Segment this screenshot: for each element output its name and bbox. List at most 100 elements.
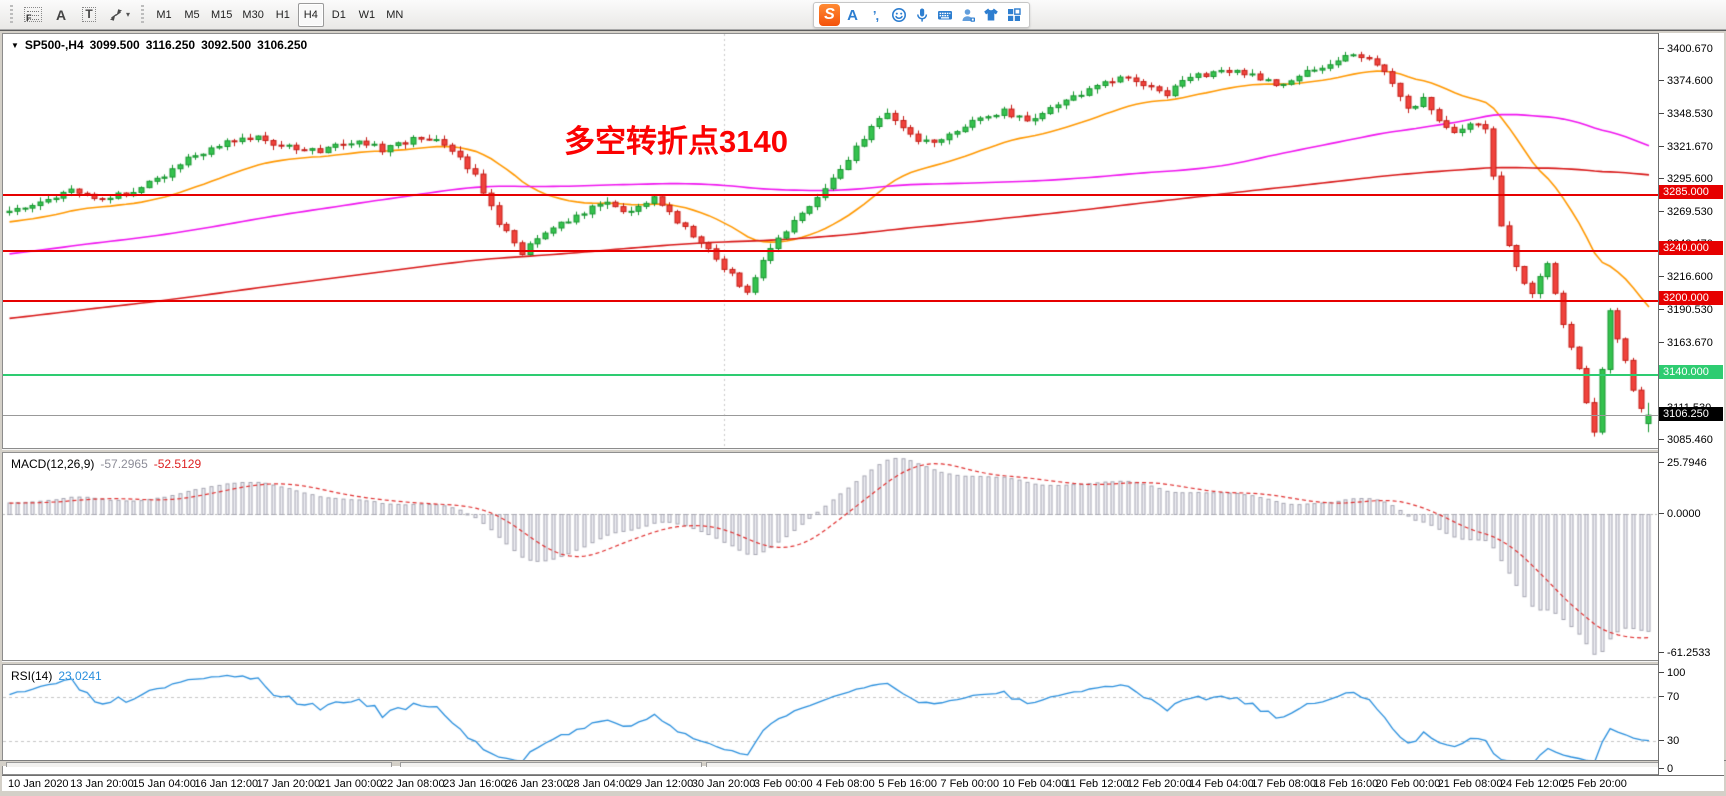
timeframe-h1-button[interactable]: H1: [270, 3, 296, 27]
ime-toolbar: SA’,: [813, 2, 1030, 28]
macd-tick-25.7946: 25.7946: [1659, 456, 1725, 470]
macd-tick-0.0000: 0.0000: [1659, 507, 1725, 521]
time-label: 15 Jan 04:00: [132, 778, 196, 790]
time-label: 21 Feb 08:00: [1438, 778, 1503, 790]
price-badge-3200.000: 3200.000: [1659, 291, 1723, 305]
timeframe-h4-button[interactable]: H4: [298, 3, 324, 27]
time-label: 4 Feb 08:00: [816, 778, 875, 790]
time-label: 21 Jan 00:00: [319, 778, 383, 790]
punctuation-icon[interactable]: ’,: [865, 5, 886, 26]
time-label: 16 Jan 12:00: [194, 778, 258, 790]
hline-3240.000[interactable]: [3, 250, 1658, 252]
bottom-segment: [706, 762, 1720, 767]
fibonacci-retracement-tool-button[interactable]: F: [20, 3, 46, 27]
text-tool-button[interactable]: T: [76, 3, 102, 27]
arrows-tool-button[interactable]: ▾: [104, 3, 134, 27]
price-tick-3295.600: 3295.600: [1659, 172, 1725, 186]
emoji-icon[interactable]: [888, 5, 909, 26]
price-tick-3348.530: 3348.530: [1659, 107, 1725, 121]
time-label: 26 Jan 23:00: [505, 778, 569, 790]
time-label: 25 Feb 20:00: [1562, 778, 1627, 790]
time-label: 13 Jan 20:00: [70, 778, 134, 790]
hline-3200.000[interactable]: [3, 300, 1658, 302]
rsi-canvas[interactable]: [3, 665, 1658, 773]
bottom-segment: [6, 762, 392, 767]
toolbar-grip[interactable]: [140, 5, 145, 25]
macd-signal-value: -52.5129: [154, 457, 201, 471]
timeframe-m5-button[interactable]: M5: [179, 3, 205, 27]
macd-name: MACD(12,26,9): [11, 457, 94, 471]
text-label-tool-button[interactable]: A: [48, 3, 74, 27]
time-axis[interactable]: 10 Jan 202013 Jan 20:0015 Jan 04:0016 Ja…: [2, 775, 1724, 791]
price-badge-3285.000: 3285.000: [1659, 185, 1723, 199]
time-label: 22 Jan 08:00: [381, 778, 445, 790]
rsi-tick-100: 100: [1659, 666, 1725, 680]
bottom-segment: [400, 762, 702, 767]
price-badge-3240.000: 3240.000: [1659, 241, 1723, 255]
time-label: 10 Jan 2020: [8, 778, 69, 790]
rsi-name: RSI(14): [11, 669, 52, 683]
price-pane: ▼ SP500-,H4 3099.500 3116.250 3092.500 3…: [2, 33, 1724, 449]
arrows-dropdown-caret[interactable]: ▾: [126, 10, 130, 19]
time-label: 23 Jan 16:00: [443, 778, 507, 790]
symbol-period-label: SP500-,H4: [25, 38, 84, 52]
time-label: 17 Feb 08:00: [1251, 778, 1316, 790]
current-price-line: [3, 415, 1658, 416]
price-tick-3163.670: 3163.670: [1659, 336, 1725, 350]
time-label: 29 Jan 12:00: [630, 778, 694, 790]
rsi-value: 23.0241: [58, 669, 101, 683]
arrows-icon: [108, 7, 124, 23]
soft-keyboard-icon[interactable]: [934, 5, 955, 26]
input-mode-icon[interactable]: A: [842, 5, 863, 26]
price-tick-3269.530: 3269.530: [1659, 205, 1725, 219]
pivot-annotation-text[interactable]: 多空转折点3140: [564, 116, 788, 161]
rsi-tick-30: 30: [1659, 734, 1725, 748]
timeframe-m30-button[interactable]: M30: [238, 3, 267, 27]
time-label: 28 Jan 04:00: [567, 778, 631, 790]
time-label: 3 Feb 00:00: [754, 778, 813, 790]
time-label: 11 Feb 12:00: [1065, 778, 1129, 790]
metatrader-window: FAT▾ M1M5M15M30H1H4D1W1MN SA’, ▼ SP500-,…: [0, 0, 1726, 796]
price-axis[interactable]: 3400.670 3374.600 3348.530 3321.670 3295.600…: [1658, 33, 1724, 775]
rsi-pane: RSI(14) 23.0241: [2, 665, 1724, 775]
drawing-tools-group: FAT ▾: [19, 3, 135, 27]
ohlc-open: 3099.500: [90, 38, 140, 52]
account-icon[interactable]: [957, 5, 978, 26]
toolbox-icon[interactable]: [1003, 5, 1024, 26]
skin-icon[interactable]: [980, 5, 1001, 26]
chart-title: ▼ SP500-,H4 3099.500 3116.250 3092.500 3…: [11, 38, 307, 52]
time-label: 17 Jan 20:00: [257, 778, 321, 790]
chart-frame: ▼ SP500-,H4 3099.500 3116.250 3092.500 3…: [0, 30, 1726, 790]
voice-input-icon[interactable]: [911, 5, 932, 26]
text-label-icon: A: [56, 7, 66, 23]
toolbar-grip[interactable]: [9, 5, 14, 25]
macd-canvas[interactable]: [3, 453, 1658, 659]
time-label: 7 Feb 00:00: [940, 778, 999, 790]
time-label: 14 Feb 04:00: [1189, 778, 1254, 790]
hline-3285.000[interactable]: [3, 194, 1658, 196]
price-tick-3400.670: 3400.670: [1659, 42, 1725, 56]
macd-value: -57.2965: [100, 457, 147, 471]
bottom-strip: [0, 760, 1726, 766]
time-label: 5 Feb 16:00: [878, 778, 937, 790]
timeframe-mn-button[interactable]: MN: [382, 3, 408, 27]
timeframe-w1-button[interactable]: W1: [354, 3, 380, 27]
sogou-logo-icon[interactable]: S: [819, 5, 840, 26]
timeframe-d1-button[interactable]: D1: [326, 3, 352, 27]
hline-3140.000[interactable]: [3, 374, 1658, 376]
macd-tick--61.2533: -61.2533: [1659, 646, 1725, 660]
chart-collapse-icon[interactable]: ▼: [11, 41, 19, 50]
timeframe-m15-button[interactable]: M15: [207, 3, 236, 27]
rsi-label: RSI(14) 23.0241: [11, 669, 102, 683]
timeframe-m1-button[interactable]: M1: [151, 3, 177, 27]
price-tick-3374.600: 3374.600: [1659, 74, 1725, 88]
price-chart-canvas[interactable]: [3, 34, 1658, 448]
time-label: 20 Feb 00:00: [1376, 778, 1441, 790]
price-tick-3321.670: 3321.670: [1659, 140, 1725, 154]
rsi-tick-70: 70: [1659, 690, 1725, 704]
ohlc-low: 3092.500: [201, 38, 251, 52]
time-label: 18 Feb 16:00: [1313, 778, 1378, 790]
time-label: 30 Jan 20:00: [692, 778, 756, 790]
price-badge-3140.000: 3140.000: [1659, 365, 1723, 379]
rsi-tick-0: 0: [1659, 762, 1725, 776]
